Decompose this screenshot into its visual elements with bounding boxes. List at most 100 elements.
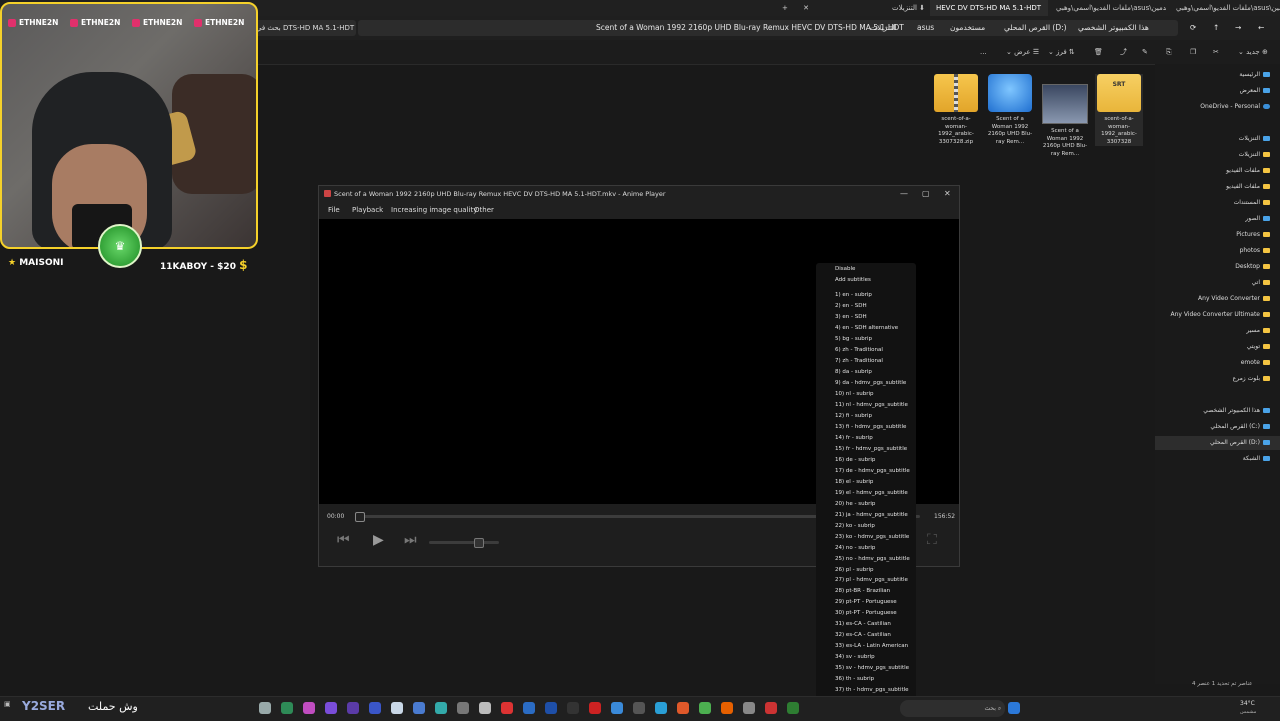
anime-player-taskbar-icon[interactable] (501, 702, 513, 714)
breadcrumb-drive[interactable]: القرص المحلي (D:) (1004, 20, 1067, 36)
sidebar-item-pinned[interactable]: emote (1241, 359, 1270, 366)
view-button[interactable]: ⌄ عرض ☰ (1006, 44, 1039, 60)
subtitle-track-item[interactable]: 22) ko - subrip (835, 523, 875, 529)
subtitle-track-item[interactable]: 30) pt-PT - Portuguese (835, 610, 897, 616)
subtitle-track-item[interactable]: 5) bg - subrip (835, 336, 872, 342)
subtitle-track-item[interactable]: 19) el - hdmv_pgs_subtitle (835, 490, 908, 496)
settings-icon[interactable] (259, 702, 271, 714)
file-item[interactable]: Scent of a Woman 1992 2160p UHD Blu-ray … (986, 74, 1034, 146)
app-icon[interactable] (435, 702, 447, 714)
sidebar-item-network[interactable]: الشبكة (1243, 455, 1270, 462)
sidebar-item-pinned[interactable]: المستندات (1234, 199, 1270, 206)
subtitle-track-item[interactable]: 1) en - subrip (835, 292, 872, 298)
subtitle-track-item[interactable]: 37) th - hdmv_pgs_subtitle (835, 687, 909, 693)
sidebar-item-pinned[interactable]: Pictures (1236, 231, 1270, 238)
previous-icon[interactable]: ⏮ (337, 532, 350, 548)
volume-slider[interactable] (429, 541, 499, 544)
subtitle-track-item[interactable]: 18) el - subrip (835, 479, 873, 485)
subtitle-track-item[interactable]: 7) zh - Traditional (835, 358, 883, 364)
subtitle-track-item[interactable]: 36) th - subrip (835, 676, 874, 682)
sidebar-item-pinned[interactable]: مسير (1246, 327, 1270, 334)
subtitle-track-item[interactable]: 20) he - subrip (835, 501, 875, 507)
back-arrow-icon[interactable]: ← (1258, 20, 1264, 36)
more-options-button[interactable]: ... (980, 44, 987, 60)
subtitle-track-item[interactable]: 4) en - SDH alternative (835, 325, 898, 331)
new-tab-button[interactable]: + (782, 0, 792, 16)
menu-item-add-subtitles[interactable]: Add subtitles (835, 277, 871, 283)
sidebar-item-drive-d[interactable]: القرص المحلي (D:) (1210, 439, 1270, 446)
breadcrumb-downloads[interactable]: التنزيلات (870, 20, 897, 36)
menu-item-disable[interactable]: Disable (835, 266, 855, 272)
menu-image-quality[interactable]: Increasing image quality (391, 202, 477, 219)
breadcrumb-this-pc[interactable]: هذا الكمبيوتر الشخصي (1078, 20, 1149, 36)
paste-icon[interactable]: ⎘ (1166, 44, 1172, 60)
app-icon[interactable] (413, 702, 425, 714)
subtitle-track-item[interactable]: 3) en - SDH (835, 314, 867, 320)
subtitle-track-item[interactable]: 21) ja - hdmv_pgs_subtitle (835, 512, 908, 518)
rename-icon[interactable]: ✎ (1142, 44, 1148, 60)
volume-handle[interactable] (474, 538, 484, 548)
subtitle-track-item[interactable]: 32) es-CA - Castilian (835, 632, 891, 638)
subtitle-track-item[interactable]: 34) sv - subrip (835, 654, 875, 660)
tab-downloads[interactable]: التنزيلات ⬇ (840, 0, 929, 16)
copy-icon[interactable]: ❐ (1190, 44, 1196, 60)
app-icon[interactable] (369, 702, 381, 714)
search-input[interactable]: بحث في DTS-HD MA 5.1-HDT (252, 20, 356, 36)
subtitle-track-item[interactable]: 11) nl - hdmv_pgs_subtitle (835, 402, 908, 408)
breadcrumb-asus[interactable]: asus (917, 20, 934, 36)
sidebar-item-pinned[interactable]: التنزيلات (1239, 135, 1270, 142)
cut-icon[interactable]: ✂ (1213, 44, 1219, 60)
breadcrumb-users[interactable]: مستخدمون (950, 20, 985, 36)
maximize-button[interactable]: ▢ (922, 186, 930, 202)
file-item[interactable]: Scent of a Woman 1992 2160p UHD Blu-ray … (1041, 84, 1089, 158)
app-icon[interactable] (347, 702, 359, 714)
sidebar-item-drive-c[interactable]: القرص المحلي (C:) (1210, 423, 1270, 430)
close-button[interactable]: ✕ (944, 186, 951, 202)
subtitle-track-item[interactable]: 25) no - hdmv_pgs_subtitle (835, 556, 910, 562)
app-icon[interactable] (611, 702, 623, 714)
app-icon[interactable] (787, 702, 799, 714)
subtitle-track-item[interactable]: 28) pt-BR - Brazilian (835, 588, 890, 594)
brave-icon[interactable] (677, 702, 689, 714)
subtitle-track-item[interactable]: 27) pl - hdmv_pgs_subtitle (835, 577, 908, 583)
sidebar-item-pinned[interactable]: ملفات الفيديو (1226, 183, 1270, 190)
close-icon[interactable]: ✕ (800, 0, 812, 16)
sidebar-item-pinned[interactable]: Desktop (1235, 263, 1270, 270)
subtitle-track-item[interactable]: 35) sv - hdmv_pgs_subtitle (835, 665, 909, 671)
tab-overflow[interactable] (255, 0, 345, 16)
app-icon[interactable] (589, 702, 601, 714)
subtitle-track-item[interactable]: 17) de - hdmv_pgs_subtitle (835, 468, 910, 474)
sidebar-item-pinned[interactable]: ملفات الفيديو (1226, 167, 1270, 174)
sidebar-item-onedrive[interactable]: OneDrive - Personal (1200, 103, 1270, 110)
breadcrumb-folder[interactable]: Scent of a Woman 1992 2160p UHD Blu-ray … (596, 20, 904, 36)
app-icon[interactable] (479, 702, 491, 714)
seek-handle[interactable] (355, 512, 365, 522)
menu-playback[interactable]: Playback (352, 202, 383, 219)
subtitle-track-item[interactable]: 13) fi - hdmv_pgs_subtitle (835, 424, 906, 430)
sidebar-item-pinned[interactable]: تويتي (1247, 343, 1270, 350)
app-icon[interactable] (457, 702, 469, 714)
firefox-icon[interactable] (721, 702, 733, 714)
up-arrow-icon[interactable]: ↑ (1213, 20, 1219, 36)
tab-active-folder[interactable]: HEVC DV DTS-HD MA 5.1-HDT (930, 0, 1048, 16)
subtitle-track-item[interactable]: 6) zh - Traditional (835, 347, 883, 353)
subtitle-track-item[interactable]: 23) ko - hdmv_pgs_subtitle (835, 534, 909, 540)
subtitle-track-item[interactable]: 9) da - hdmv_pgs_subtitle (835, 380, 906, 386)
next-icon[interactable]: ⏭ (404, 532, 417, 548)
sidebar-item-pinned[interactable]: Any Video Converter (1198, 295, 1270, 302)
share-icon[interactable]: ⤴ (1120, 44, 1127, 60)
play-icon[interactable]: ▶ (373, 532, 384, 548)
sidebar-item-pinned[interactable]: photos (1240, 247, 1270, 254)
chrome-icon[interactable] (699, 702, 711, 714)
widgets-icon[interactable]: ▣ (4, 700, 11, 708)
sidebar-item-pinned[interactable]: الصور (1245, 215, 1270, 222)
telegram-icon[interactable] (655, 702, 667, 714)
sidebar-item-gallery[interactable]: المعرض (1240, 87, 1270, 94)
sidebar-item-pinned[interactable]: التنزيلات (1239, 151, 1270, 158)
subtitle-track-item[interactable]: 14) fr - subrip (835, 435, 873, 441)
sidebar-item-pinned[interactable]: بلوت زمرع (1233, 375, 1270, 382)
refresh-icon[interactable]: ⟳ (1190, 20, 1196, 36)
subtitle-track-item[interactable]: 15) fr - hdmv_pgs_subtitle (835, 446, 907, 452)
sidebar-item-home[interactable]: الرئيسية (1239, 71, 1270, 78)
app-icon[interactable] (303, 702, 315, 714)
